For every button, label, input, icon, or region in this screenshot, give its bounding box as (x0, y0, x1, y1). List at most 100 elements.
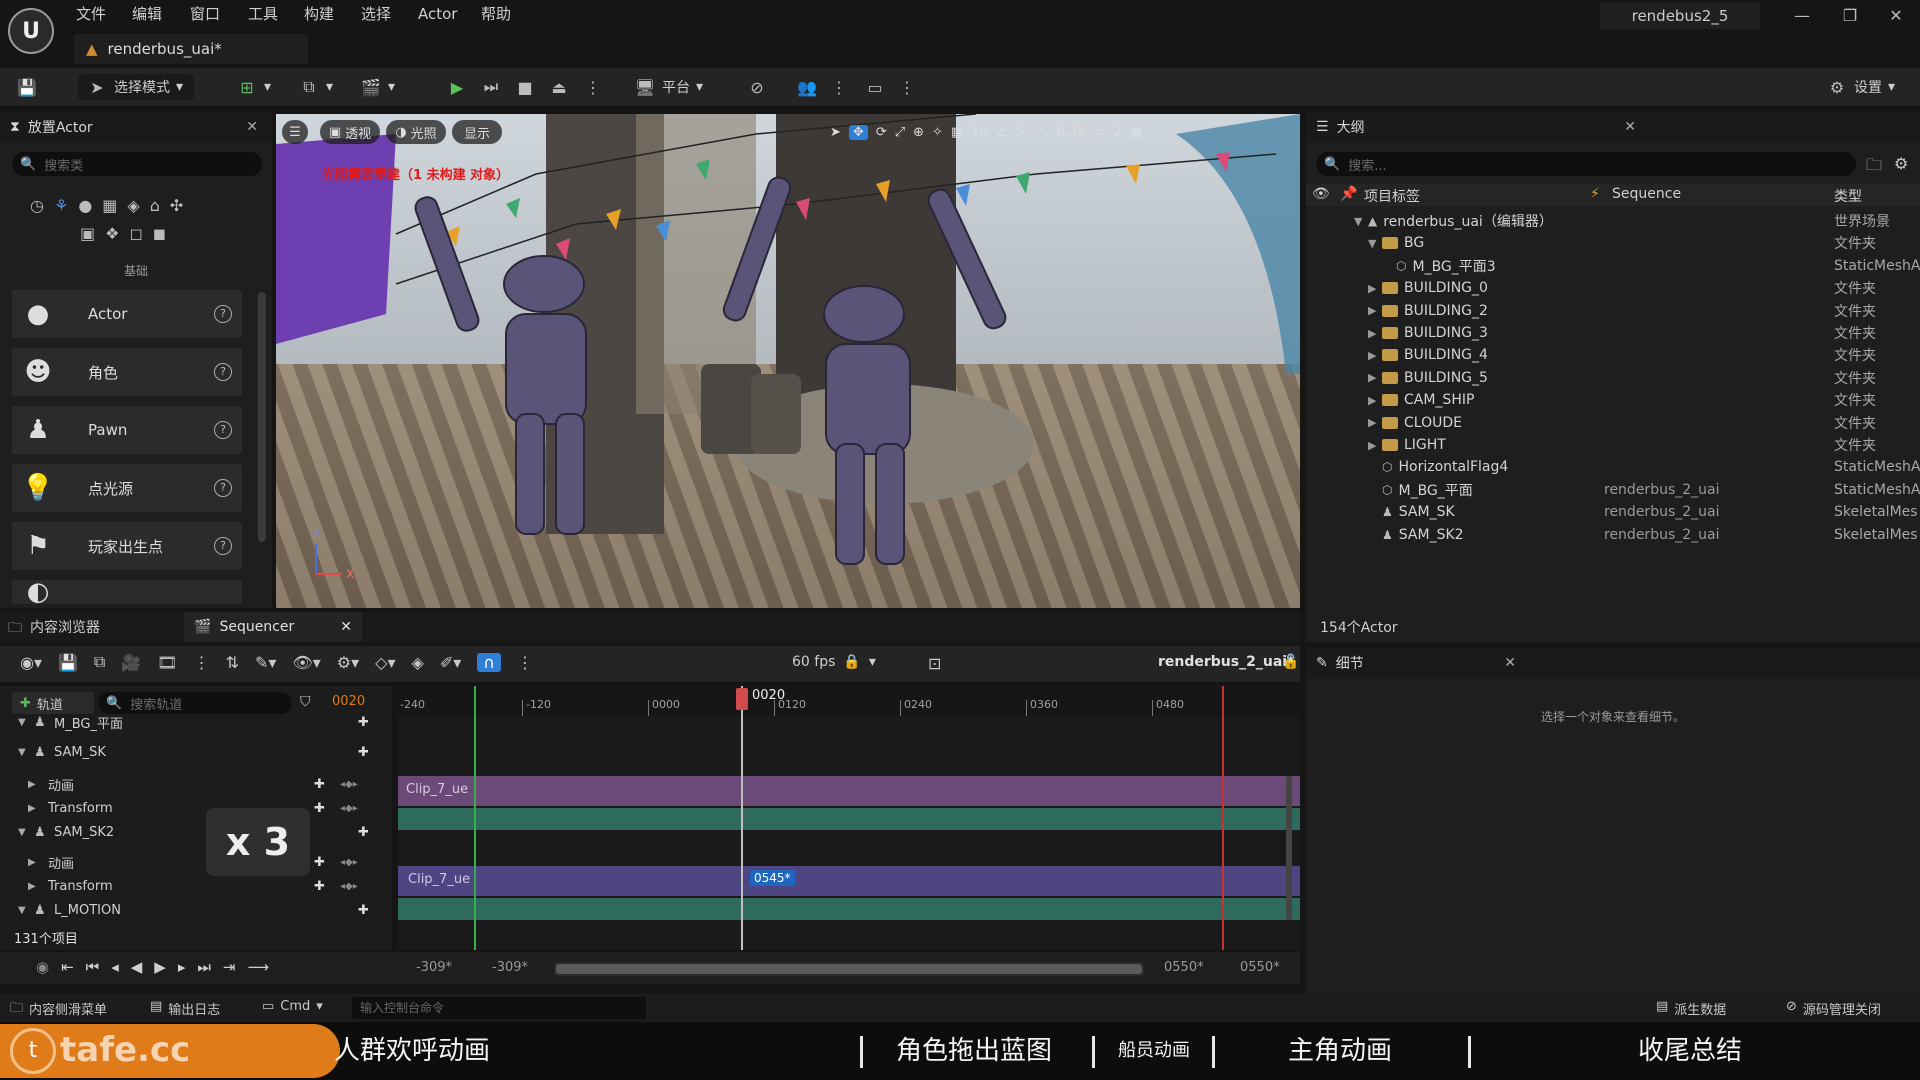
world-icon[interactable]: ◉▾ (20, 653, 42, 672)
place-actors-scrollbar[interactable] (258, 292, 266, 542)
place-item-pawn[interactable]: ♟ Pawn ? (12, 406, 242, 454)
level-viewport[interactable]: Z X ☰ ▣ 透视 ◑ 光照 显示 光照需要重建（1 未构建 对象） ➤ ✥ ⟳ … (276, 114, 1300, 608)
add-content-icon[interactable]: ⊞ (236, 76, 258, 98)
visibility-icon[interactable]: 👁 (1312, 186, 1330, 202)
keyframe-nav-icon[interactable]: ◂◆▸ (340, 857, 358, 868)
add-icon[interactable]: ✚ (358, 715, 369, 730)
key-tools-icon[interactable]: ✎▾ (255, 653, 276, 672)
add-icon[interactable]: ✚ (358, 825, 369, 840)
track-row[interactable]: ▼ ♟ M_BG_平面 ✚ (0, 708, 390, 736)
lighting-button[interactable]: ◑ 光照 (386, 120, 446, 144)
curve-editor-icon[interactable]: ⇅ (226, 653, 239, 672)
play-reverse-icon[interactable]: ◀ (131, 958, 143, 976)
render-movie-icon[interactable]: 🎞 (157, 653, 177, 672)
collapse-arrow-icon[interactable]: ▼ (18, 747, 26, 758)
timeline-scrollbar[interactable] (1286, 776, 1292, 920)
edit-mode-icon[interactable]: ✐▾ (440, 653, 461, 672)
translate-tool-icon[interactable]: ✥ (848, 124, 868, 140)
add-folder-icon[interactable]: 🗀 (1866, 154, 1882, 181)
mesh-icon[interactable]: ◻ (129, 224, 142, 243)
recent-icon[interactable]: ◷ (30, 196, 44, 215)
playback-end-line[interactable] (1222, 686, 1224, 950)
collapse-arrow-icon[interactable]: ▼ (18, 717, 26, 728)
help-icon[interactable]: ? (214, 479, 232, 497)
transform-section-1[interactable] (398, 808, 1300, 830)
jump-to-start-icon[interactable]: ⇤ (61, 958, 74, 976)
help-icon[interactable]: ? (214, 305, 232, 323)
outliner-row[interactable]: ▶ BUILDING_5 文件夹 (1306, 367, 1920, 389)
level-tab[interactable]: ▲ renderbus_uai* (74, 34, 308, 64)
track-row[interactable]: ▼ ♟ SAM_SK2 ✚ (0, 818, 390, 846)
add-icon[interactable]: ✚ (314, 855, 325, 870)
add-icon[interactable]: ✚ (358, 903, 369, 918)
add-icon[interactable]: ✚ (314, 879, 325, 894)
sequencer-timeline[interactable]: -240 -120 0000 0120 0240 0360 0480 Clip_7_ue C… (398, 686, 1300, 950)
source-control-icon[interactable]: ⊘ (746, 76, 768, 98)
outliner-row[interactable]: ▶ CAM_SHIP 文件夹 (1306, 389, 1920, 411)
minimize-icon[interactable]: — (1782, 4, 1822, 28)
chevron-down-icon[interactable]: ▾ (264, 79, 271, 95)
grid-snap-icon[interactable]: ▦ (951, 125, 963, 140)
restore-icon[interactable]: ❐ (1830, 4, 1870, 28)
basic-icon[interactable]: ⚘ (54, 196, 68, 215)
help-icon[interactable]: ? (214, 363, 232, 381)
scale-snap-icon[interactable]: ⤡ (1038, 125, 1048, 140)
chevron-down-icon[interactable]: ▾ (326, 79, 333, 95)
content-drawer-button[interactable]: 🗀 内容侧滑菜单 (10, 999, 107, 1021)
next-key-icon[interactable]: ⏭ (197, 958, 211, 976)
output-log-button[interactable]: ▤ 输出日志 (150, 999, 220, 1018)
chevron-down-icon[interactable]: ▾ (388, 79, 395, 95)
collapse-arrow-icon[interactable]: ▼ (18, 905, 26, 916)
working-range-end[interactable]: 0550* (1240, 960, 1280, 975)
chapter-hero-animation[interactable]: 主角动画 (1288, 1032, 1392, 1070)
keyframe-nav-icon[interactable]: ◂◆▸ (340, 779, 358, 790)
menu-actor[interactable]: Actor (418, 2, 457, 26)
settings-dropdown[interactable]: ⚙ 设置 ▾ (1826, 74, 1895, 100)
content-browser-tab[interactable]: 🗀 内容浏览器 (8, 617, 100, 641)
grid-snap-value[interactable]: 10 (971, 125, 988, 140)
anim-section-1[interactable]: Clip_7_ue (398, 776, 1300, 806)
menu-tools[interactable]: 工具 (248, 2, 278, 26)
sequencer-tab[interactable]: 🎬 Sequencer ✕ (184, 612, 362, 642)
volumes-icon[interactable]: ✣ (170, 196, 183, 215)
working-range-start[interactable]: -309* (492, 960, 528, 975)
console-input[interactable]: 输入控制台命令 (352, 997, 646, 1019)
save-icon[interactable]: 💾 (16, 76, 38, 98)
menu-edit[interactable]: 编辑 (132, 2, 162, 26)
perspective-button[interactable]: ▣ 透视 (320, 120, 380, 144)
show-button[interactable]: 显示 (452, 120, 502, 144)
place-item-actor[interactable]: ● Actor ? (12, 290, 242, 338)
playhead-handle[interactable] (736, 688, 748, 710)
menu-build[interactable]: 构建 (304, 2, 334, 26)
angle-snap-icon[interactable]: ∠ (996, 125, 1008, 140)
all-classes-icon[interactable]: ❖ (105, 224, 119, 243)
close-icon[interactable]: ✕ (340, 619, 352, 635)
close-window-icon[interactable]: ✕ (1876, 4, 1916, 28)
more-options-icon[interactable]: ⋮ (194, 653, 210, 672)
eject-icon[interactable]: ⏏ (548, 76, 570, 98)
geometry-icon[interactable]: ⌂ (150, 196, 160, 215)
stop-icon[interactable]: ■ (514, 76, 536, 98)
camera-speed-value[interactable]: 2 (1114, 125, 1122, 140)
playback-options-icon[interactable]: ⚙▾ (337, 653, 359, 672)
chapter-crew-animation[interactable]: 船员动画 (1118, 1032, 1190, 1070)
save-sequence-icon[interactable]: 💾 (58, 653, 78, 672)
material-icon[interactable]: ◼ (153, 224, 166, 243)
cmd-dropdown[interactable]: ▭ Cmd ▾ (262, 999, 323, 1014)
expand-arrow-icon[interactable]: ▶ (28, 779, 36, 790)
step-icon[interactable]: ⏭ (480, 76, 502, 98)
find-asset-icon[interactable]: ⧉ (94, 652, 105, 672)
outliner-row[interactable]: ▼ BG 文件夹 (1306, 232, 1920, 254)
surface-snap-icon[interactable]: ✧ (932, 125, 943, 140)
view-options-icon[interactable]: 👁▾ (292, 653, 320, 672)
expand-arrow-icon[interactable]: ▶ (28, 803, 36, 814)
playback-start-line[interactable] (474, 686, 476, 950)
add-icon[interactable]: ✚ (358, 745, 369, 760)
expand-arrow-icon[interactable]: ▶ (1368, 282, 1376, 295)
select-mode-dropdown[interactable]: ➤ 选择模式 ▾ (78, 74, 194, 100)
camera-speed-icon[interactable]: ▭ (1094, 125, 1106, 140)
expand-arrow-icon[interactable]: ▶ (1368, 349, 1376, 362)
more-options-icon[interactable]: ⋮ (517, 653, 533, 672)
expand-arrow-icon[interactable]: ▶ (28, 857, 36, 868)
prev-frame-icon[interactable]: ◂ (111, 958, 119, 976)
